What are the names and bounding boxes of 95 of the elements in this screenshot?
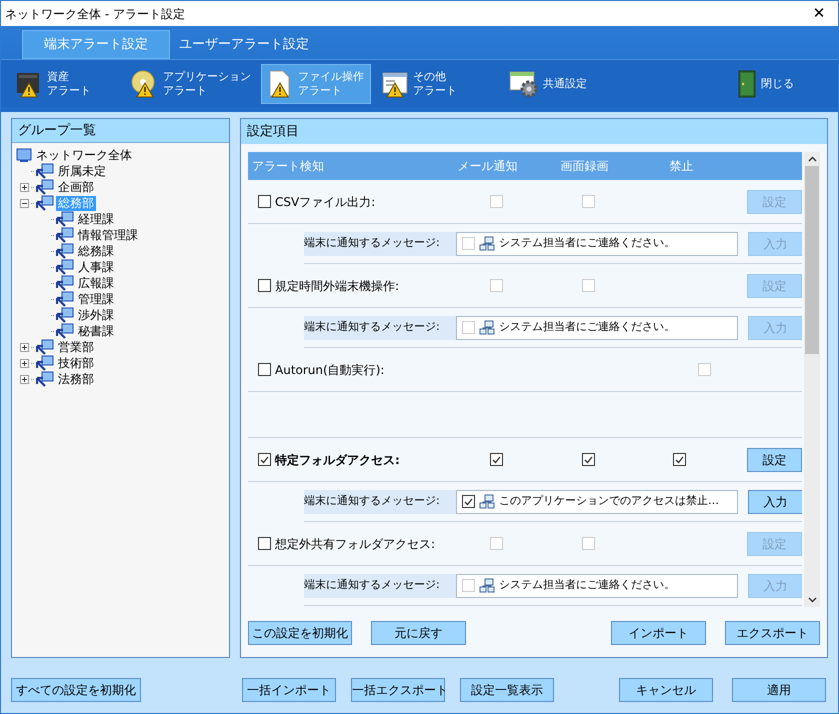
checkbox[interactable]	[258, 453, 271, 466]
tree-item[interactable]: 情報管理課	[76, 228, 140, 242]
action-button[interactable]: この設定を初期化	[248, 621, 352, 645]
message-text: このアプリケーションでのアクセスは禁止…	[499, 493, 719, 510]
tab[interactable]: ユーザーアラート設定	[170, 30, 318, 59]
scroll-down-icon[interactable]	[808, 597, 817, 603]
message-field[interactable]: このアプリケーションでのアクセスは禁止…	[456, 490, 738, 514]
toolbar-button[interactable]: 共通設定	[505, 64, 591, 104]
expand-toggle[interactable]	[20, 374, 29, 384]
tree-item[interactable]: 営業部	[56, 340, 96, 354]
tree-item[interactable]: 所属未定	[56, 164, 108, 178]
message-text: システム担当者にご連絡ください。	[499, 577, 675, 594]
message-field[interactable]: システム担当者にご連絡ください。	[456, 232, 738, 256]
network-computer-icon	[56, 211, 74, 227]
tree-item[interactable]: 渉外課	[76, 308, 116, 322]
alert-label: CSVファイル出力:	[275, 194, 376, 210]
column-header: アラート検知	[251, 158, 325, 175]
checkbox[interactable]	[582, 453, 595, 466]
action-button[interactable]: 一括エクスポート	[351, 678, 445, 702]
toolbar-button[interactable]: アプリケーション アラート	[127, 64, 255, 104]
network-icon	[479, 320, 495, 336]
action-button[interactable]: 適用	[732, 678, 826, 702]
checkbox[interactable]	[258, 537, 271, 550]
action-button[interactable]: 元に戻す	[371, 621, 466, 645]
tree-item[interactable]: 経理課	[76, 212, 116, 226]
window-gear-icon	[509, 70, 539, 98]
action-button[interactable]: 設定一覧表示	[460, 678, 554, 702]
network-icon	[479, 236, 495, 252]
toolbar-button[interactable]: 閉じる	[733, 64, 798, 104]
action-button[interactable]: インポート	[611, 621, 706, 645]
close-button[interactable]: ✕	[804, 2, 834, 25]
message-field[interactable]: システム担当者にご連絡ください。	[456, 574, 738, 598]
checkbox[interactable]	[258, 279, 271, 292]
panel-title: 設定項目	[246, 122, 300, 141]
network-computer-icon	[56, 307, 74, 323]
window-title: ネットワーク全体 - アラート設定	[5, 6, 185, 22]
column-header: 禁止	[668, 158, 694, 175]
column-header: メール通知	[456, 158, 518, 175]
scroll-up-icon[interactable]	[808, 156, 817, 162]
alert-label: 特定フォルダアクセス:	[275, 452, 401, 468]
network-computer-icon	[56, 243, 74, 259]
tree-item[interactable]: 企画部	[56, 180, 96, 194]
network-computer-icon	[36, 355, 54, 371]
checkbox[interactable]	[490, 453, 504, 466]
alert-label: 規定時間外端末機操作:	[275, 278, 400, 294]
checkbox[interactable]	[462, 495, 475, 508]
message-label: 端末に通知するメッセージ:	[304, 574, 456, 598]
message-text: システム担当者にご連絡ください。	[499, 319, 675, 336]
checkbox[interactable]	[672, 453, 686, 466]
action-button[interactable]: すべての設定を初期化	[11, 678, 141, 702]
network-computer-icon	[36, 339, 54, 355]
network-icon	[479, 494, 495, 510]
computer-icon	[16, 148, 32, 162]
network-computer-icon	[56, 275, 74, 291]
message-label: 端末に通知するメッセージ:	[304, 490, 456, 514]
tree-item[interactable]: 総務課	[76, 244, 116, 258]
network-computer-icon	[56, 259, 74, 275]
door-icon	[737, 70, 757, 98]
toolbar-button[interactable]: 資産 アラート	[11, 64, 121, 104]
action-button[interactable]: 一括インポート	[242, 678, 336, 702]
message-label: 端末に通知するメッセージ:	[304, 232, 456, 256]
network-computer-icon	[36, 179, 54, 195]
network-computer-icon	[56, 291, 74, 307]
network-computer-icon	[36, 371, 54, 387]
message-label: 端末に通知するメッセージ:	[304, 316, 456, 340]
checkbox[interactable]	[258, 195, 271, 208]
tree-item[interactable]: ネットワーク全体	[34, 148, 134, 162]
panel-title: グループ一覧	[12, 119, 229, 143]
checkbox[interactable]	[258, 363, 271, 376]
tree-item[interactable]: 広報課	[76, 276, 116, 290]
action-button[interactable]: キャンセル	[619, 678, 713, 702]
expand-toggle[interactable]	[20, 358, 29, 368]
action-button[interactable]: エクスポート	[725, 621, 820, 645]
alert-label: Autorun(自動実行):	[275, 362, 386, 378]
tree-item[interactable]: 法務部	[56, 372, 96, 386]
network-computer-icon	[56, 323, 74, 339]
network-computer-icon	[36, 163, 54, 179]
expand-toggle[interactable]	[20, 342, 29, 352]
column-header: 画面録画	[560, 158, 610, 175]
network-icon	[479, 578, 495, 594]
tree-item[interactable]: 人事課	[76, 260, 116, 274]
tree-item[interactable]: 技術部	[56, 356, 96, 370]
tree-item[interactable]: 管理課	[76, 292, 116, 306]
network-computer-icon	[36, 195, 54, 211]
setting-button[interactable]: 設定	[747, 448, 802, 472]
scrollbar[interactable]	[804, 152, 820, 607]
message-text: システム担当者にご連絡ください。	[499, 235, 675, 252]
network-computer-icon	[56, 227, 74, 243]
alert-label: 想定外共有フォルダアクセス:	[275, 536, 436, 552]
tree-item[interactable]: 秘書課	[76, 324, 116, 338]
expand-toggle[interactable]	[20, 182, 29, 192]
toolbar-button[interactable]: その他 アラート	[377, 64, 487, 104]
collapse-toggle[interactable]	[20, 198, 29, 208]
message-field[interactable]: システム担当者にご連絡ください。	[456, 316, 738, 340]
input-button[interactable]: 入力	[748, 490, 802, 514]
